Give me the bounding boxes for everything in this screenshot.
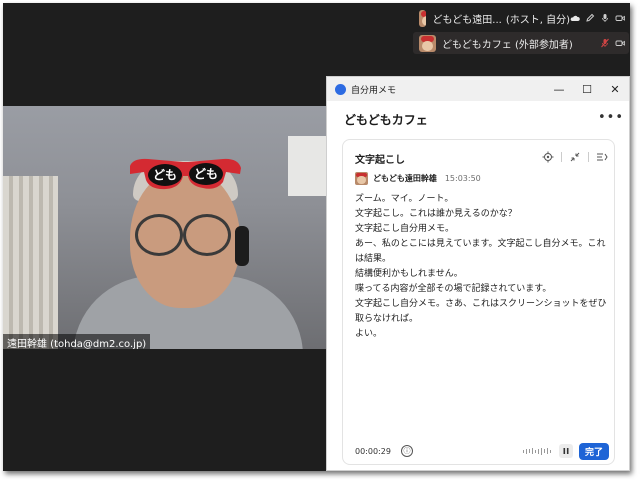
transcript-line: 文字起こし自分用メモ。 <box>355 224 455 234</box>
maximize-button[interactable]: ☐ <box>573 77 601 101</box>
more-options-button[interactable]: ••• <box>598 110 624 125</box>
speaker-row: どもども遠田幹雄 15:03:50 <box>355 172 481 185</box>
glasses-text-left: ども <box>153 168 177 182</box>
done-button[interactable]: 完了 <box>578 442 609 460</box>
transcript-line: は結果。 <box>355 254 392 264</box>
transcript-line: あー、私のとこには見えています。文字起こし自分メモ。これ <box>355 239 606 249</box>
cloud-icon <box>570 15 580 21</box>
transcript-card: 文字起こし どもども遠田幹雄 15:03:50 ズーム。マイ。ノート。 文字起こ… <box>342 139 615 465</box>
transcript-footer: 00:00:29 ⓘ 完了 <box>355 442 609 460</box>
transcript-line: 喋ってる内容が全部その場で記録されています。 <box>355 284 552 294</box>
close-button[interactable]: ✕ <box>601 77 629 101</box>
personal-memo-window: 自分用メモ — ☐ ✕ どもどもカフェ ••• 文字起こし どもども遠田幹雄 1… <box>326 76 630 471</box>
participant-row-host[interactable]: どもども遠田... (ホスト, 自分) <box>413 7 629 29</box>
speaker-name: どもども遠田幹雄 <box>373 174 437 183</box>
person-spectacle-right <box>183 214 231 256</box>
zoom-meeting-window: どもども遠田... (ホスト, 自分) どもどもカフェ (外部参加者) ども ど… <box>3 3 630 471</box>
video-camera-icon[interactable] <box>615 13 625 23</box>
memo-titlebar[interactable]: 自分用メモ — ☐ ✕ <box>327 77 629 101</box>
transcript-line: 文字起こし自分メモ。さあ、これはスクリーンショットをぜひ <box>355 299 607 309</box>
participant-list: どもども遠田... (ホスト, 自分) どもどもカフェ (外部参加者) <box>409 3 630 65</box>
video-air-conditioner <box>288 136 328 196</box>
microphone-muted-icon[interactable] <box>600 38 610 48</box>
video-camera-icon[interactable] <box>615 38 625 48</box>
tool-separator <box>561 152 562 162</box>
pause-icon <box>563 448 569 454</box>
participant-avatar <box>419 9 427 27</box>
person-headset <box>235 226 249 266</box>
participant-row-guest[interactable]: どもどもカフェ (外部参加者) <box>413 32 629 54</box>
participant-name: どもども遠田... <box>432 14 502 26</box>
edit-icon[interactable] <box>585 13 595 23</box>
zoom-app-icon <box>335 83 346 95</box>
transcript-text: ズーム。マイ。ノート。 文字起こし。これは誰か見えるのかな？ 文字起こし自分用メ… <box>355 192 607 342</box>
glasses-text-right: ども <box>194 167 218 181</box>
audio-level-icon <box>522 447 551 455</box>
participant-video-tile[interactable]: ども ども 遠田幹雄 (tohda@dm2.co.jp) <box>3 106 328 349</box>
minimize-button[interactable]: — <box>545 77 573 101</box>
transcript-line: 取らなければ。 <box>355 314 419 324</box>
settings-gear-icon[interactable] <box>541 150 555 164</box>
transcript-line: 結構便利かもしれません。 <box>355 269 463 279</box>
memo-window-title: 自分用メモ <box>351 85 397 96</box>
pause-button[interactable] <box>558 444 573 458</box>
person-spectacle-left <box>135 214 183 256</box>
transcript-line: よい。 <box>355 329 383 339</box>
transcript-title: 文字起こし <box>355 155 405 166</box>
transcript-line: ズーム。マイ。ノート。 <box>355 194 454 204</box>
transcript-line: 文字起こし。これは誰か見えるのかな？ <box>355 209 517 219</box>
participant-name: どもどもカフェ (外部参加者) <box>442 39 573 51</box>
meeting-heading: どもどもカフェ <box>344 113 428 127</box>
elapsed-time: 00:00:29 <box>355 446 391 456</box>
speaker-timestamp: 15:03:50 <box>444 174 481 183</box>
info-icon[interactable]: ⓘ <box>400 445 413 457</box>
side-panel-icon[interactable] <box>595 150 609 164</box>
speaker-avatar <box>355 172 368 185</box>
participant-role: (ホスト, 自分) <box>505 14 570 26</box>
video-name-caption: 遠田幹雄 (tohda@dm2.co.jp) <box>3 334 151 349</box>
collapse-icon[interactable] <box>568 150 582 164</box>
participant-avatar <box>419 34 436 52</box>
tool-separator <box>588 152 589 162</box>
microphone-icon[interactable] <box>600 13 610 23</box>
video-curtain <box>3 176 58 349</box>
red-party-glasses: ども ども <box>130 158 241 190</box>
